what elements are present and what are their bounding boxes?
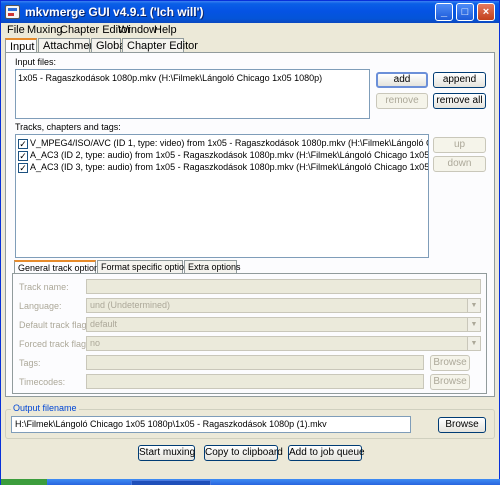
copy-to-clipboard-button[interactable]: Copy to clipboard [204,445,283,461]
add-to-job-queue-button[interactable]: Add to job queue [288,445,365,461]
language-value: und (Undetermined) [90,300,171,310]
tab-extra-options[interactable]: Extra options [184,260,241,273]
menu-window[interactable]: Window [118,24,157,36]
main-window: mkvmerge GUI v4.9.1 ('Ich will') _ □ × F… [0,0,500,485]
tracks-label: Tracks, chapters and tags: [15,122,121,132]
chevron-down-icon[interactable]: ▼ [467,337,480,350]
start-button[interactable] [1,479,47,485]
output-filename-input[interactable]: H:\Filmek\Lángoló Chicago 1x05 1080p\1x0… [11,416,411,433]
track-options-tabs: General track options Format specific op… [14,260,244,274]
track-row-video[interactable]: ✓ V_MPEG4/ISO/AVC (ID 1, type: video) fro… [18,138,428,149]
track-label: A_AC3 (ID 3, type: audio) from 1x05 - Ra… [30,162,429,172]
taskbar-item[interactable] [131,480,211,485]
input-files-label: Input files: [15,57,57,67]
track-row-audio-3[interactable]: ✓ A_AC3 (ID 3, type: audio) from 1x05 - R… [18,162,429,173]
default-track-flag-label: Default track flag: [19,320,90,330]
menu-help[interactable]: Help [154,24,177,36]
menu-file[interactable]: File [7,24,25,36]
title-bar[interactable]: mkvmerge GUI v4.9.1 ('Ich will') _ □ × [1,1,499,23]
checkbox-icon[interactable]: ✓ [18,163,28,173]
tags-browse-button[interactable]: Browse [430,355,470,371]
output-browse-button[interactable]: Browse [438,417,486,433]
input-file-item[interactable]: 1x05 - Ragaszkodások 1080p.mkv (H:\Filme… [18,73,322,84]
tab-format-specific-options[interactable]: Format specific options [97,260,194,273]
down-button[interactable]: down [433,156,486,172]
forced-track-flag-label: Forced track flag: [19,339,89,349]
chevron-down-icon[interactable]: ▼ [467,318,480,331]
remove-button[interactable]: remove [376,93,428,109]
up-button[interactable]: up [433,137,486,153]
forced-track-flag-value: no [90,338,101,348]
track-label: A_AC3 (ID 2, type: audio) from 1x05 - Ra… [30,150,429,160]
input-files-list[interactable]: 1x05 - Ragaszkodások 1080p.mkv (H:\Filme… [15,69,370,119]
track-row-audio-2[interactable]: ✓ A_AC3 (ID 2, type: audio) from 1x05 - R… [18,150,429,161]
checkbox-icon[interactable]: ✓ [18,139,28,149]
taskbar [1,479,500,485]
append-button[interactable]: append [433,72,486,88]
track-name-input[interactable] [86,279,481,294]
track-name-label: Track name: [19,282,69,292]
timecodes-browse-button[interactable]: Browse [430,374,470,390]
tab-attachments[interactable]: Attachments [38,38,104,53]
main-tabs: Input Attachments Global Chapter Editor [5,38,205,54]
tab-global[interactable]: Global [91,38,128,53]
track-label: V_MPEG4/ISO/AVC (ID 1, type: video) from… [30,138,428,148]
menu-bar: File Muxing Chapter Editor Window Help [2,23,499,37]
app-icon [5,5,20,19]
timecodes-label: Timecodes: [19,377,66,387]
chevron-down-icon[interactable]: ▼ [467,299,480,312]
tracks-list[interactable]: ✓ V_MPEG4/ISO/AVC (ID 1, type: video) fro… [15,134,429,258]
add-button[interactable]: add [376,72,428,88]
minimize-button[interactable]: _ [435,3,453,21]
language-label: Language: [19,301,62,311]
menu-muxing[interactable]: Muxing [27,24,62,36]
window-title: mkvmerge GUI v4.9.1 ('Ich will') [25,5,204,19]
timecodes-input[interactable] [86,374,424,389]
start-muxing-button[interactable]: Start muxing [138,445,195,461]
tab-chapter-editor[interactable]: Chapter Editor [122,38,198,53]
close-button[interactable]: × [477,3,495,21]
maximize-button[interactable]: □ [456,3,474,21]
default-track-flag-select[interactable]: default ▼ [86,317,481,332]
checkbox-icon[interactable]: ✓ [18,151,28,161]
default-track-flag-value: default [90,319,118,329]
tags-label: Tags: [19,358,41,368]
general-track-options-panel: Track name: Language: und (Undetermined)… [12,273,487,394]
remove-all-button[interactable]: remove all [433,93,486,109]
language-select[interactable]: und (Undetermined) ▼ [86,298,481,313]
forced-track-flag-select[interactable]: no ▼ [86,336,481,351]
output-filename-label: Output filename [11,403,79,413]
tab-general-track-options[interactable]: General track options [14,260,104,274]
tags-input[interactable] [86,355,424,370]
